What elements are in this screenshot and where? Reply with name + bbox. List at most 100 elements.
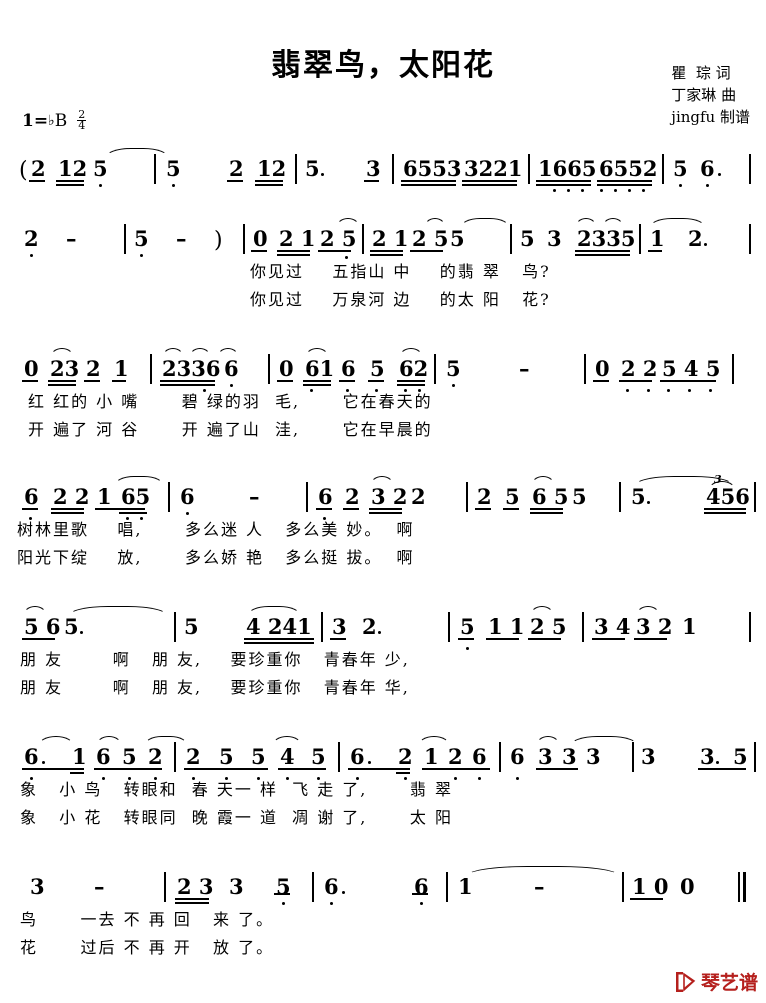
lyric-row-verse2: 开 遍了 河 谷 开 遍了山 洼, 它在早晨的 [0,419,766,447]
note: 5 [219,744,234,769]
note: 1 0 [632,874,669,899]
note: 5 [251,744,266,769]
lyric-verse2: 花 过后 不 再 开 放 了。 [20,938,275,957]
slur [189,348,211,358]
note-row-6: 6 1 6 5 2 2 5 5 4 5 6 2 1 2 6 6 3 3 3 3 … [14,733,756,780]
note: 5 [505,484,520,509]
lyric-verse2: 开 遍了 河 谷 开 遍了山 洼, 它在早晨的 [28,420,433,439]
note: 61 [305,356,335,381]
beam [369,508,402,510]
note: 1665 [538,156,597,181]
barline [662,154,664,184]
note: 5 [305,156,320,181]
note: 1 [682,614,697,639]
note: 3 [538,744,553,769]
note: 0 [595,356,610,381]
music-system-6: 6 1 6 5 2 2 5 5 4 5 6 2 1 2 6 6 3 3 3 3 … [0,733,766,835]
slur [23,606,47,616]
note: 2 2 [53,484,90,509]
beam [277,254,310,256]
beam [630,898,663,900]
lyric-row-verse2: 你见过 万泉河 边 的太 阳 花? [0,289,766,317]
beam [530,512,563,514]
note: 3 [547,226,562,251]
note: 12 [58,156,88,181]
beam [458,638,474,640]
barline [243,224,245,254]
augmentation-dot [716,760,720,764]
note: 5 [134,226,149,251]
barline [434,354,436,384]
beam [401,180,456,182]
note: 5 [460,614,475,639]
note: 6552 [599,156,658,181]
barline [510,224,512,254]
octave-dot-low [330,901,334,905]
barline [749,224,751,254]
slur [424,218,446,228]
note: 5 [122,744,137,769]
augmentation-dot [80,630,84,634]
lyric-verse2: 象 小 花 转眼同 晚 霞一 道 凋 谢 了, 太 阳 [20,808,453,827]
beam [175,902,209,904]
music-system-7: 3 – 2 3 3 5 6 6 1 – 1 0 0 鸟 一去 不 再 回 来 了… [0,863,766,965]
barline [499,742,501,772]
lyric-verse1: 红 红的 小 嘴 碧 绿的羽 毛, 它在春天的 [28,392,433,411]
note: 3 [700,744,715,769]
octave-dot-low [282,901,286,905]
octave-dot-low [99,183,103,187]
note: 0 [253,226,268,251]
beam [51,508,84,510]
note: 5 [733,744,748,769]
note: 3 2 [636,614,673,639]
octave-dot-low [30,253,34,257]
beam [575,254,630,256]
site-watermark[interactable]: 琴艺谱 [674,968,758,995]
beam [244,638,314,640]
note-row-5: 5 6 5 5 4 241 3 2 5 1 1 2 5 3 4 3 2 1 [14,603,752,650]
lyric-row-verse2: 象 小 花 转眼同 晚 霞一 道 凋 谢 了, 太 阳 [0,807,766,835]
beam [575,250,630,252]
note: 2 [31,156,46,181]
beam [22,380,38,382]
slur [575,218,597,228]
barline [639,224,641,254]
barline [321,612,323,642]
note: 4 241 [246,614,312,639]
octave-dot-low [642,188,646,192]
note: 2 [345,484,360,509]
note: 5 4 5 [662,356,721,381]
octave-dot-low [600,188,604,192]
barline [164,872,166,902]
slur [399,348,423,358]
note: 2 [362,614,377,639]
note: 6 [472,744,487,769]
note: 6553 [403,156,462,181]
beam [343,508,359,510]
lyric-verse2: 朋 友 啊 朋 友, 要珍重你 青春年 华, [20,678,410,697]
note: 2 5 [412,226,449,251]
lyric-verse1: 鸟 一去 不 再 回 来 了。 [20,910,275,929]
music-system-3: 0 23 2 1 2336 6 0 61 6 5 62 5 – 0 2 2 5 … [0,345,766,447]
beam [303,380,331,382]
beam [278,768,326,770]
beam [704,508,746,510]
beam [462,180,517,182]
note: 2 5 [320,226,357,251]
beam [303,384,331,386]
beam [119,512,147,514]
beam [634,638,667,640]
note: 2335 [577,226,636,251]
beam [370,250,403,252]
lyric-row-verse1: 红 红的 小 嘴 碧 绿的羽 毛, 它在春天的 [0,391,766,419]
slur [162,348,184,358]
barline [295,154,297,184]
lyric-verse1: 象 小 鸟 转眼和 春 天一 样 飞 走 了, 翡 翠 [20,780,453,799]
barline [306,482,308,512]
note: 1 1 [488,614,525,639]
beam [536,184,591,186]
octave-dot-low [140,253,144,257]
key-label: 1= [22,110,49,131]
note: 1 [650,226,665,251]
slur [531,476,555,486]
